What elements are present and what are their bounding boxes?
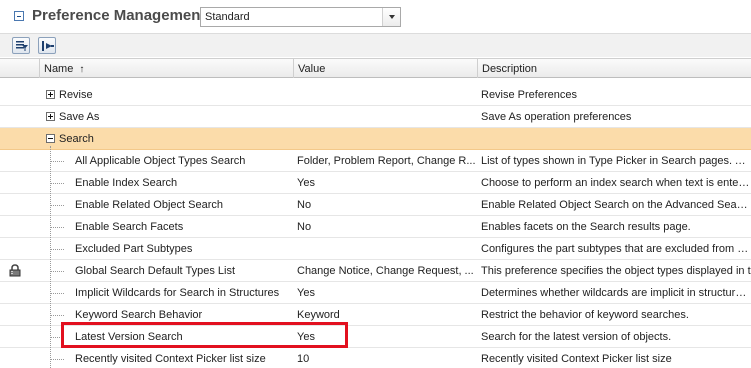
table-row[interactable]: Enable Related Object Search No Enable R… <box>0 194 751 216</box>
row-value: No <box>297 199 312 211</box>
row-name: Enable Search Facets <box>75 221 184 233</box>
filter-button[interactable] <box>12 37 30 54</box>
row-description: List of types shown in Type Picker in Se… <box>481 155 751 167</box>
expand-icon[interactable] <box>46 112 55 121</box>
column-header-value[interactable]: Value <box>293 59 477 78</box>
row-description: This preference specifies the object typ… <box>481 265 751 277</box>
table-row[interactable]: Excluded Part Subtypes Configures the pa… <box>0 238 751 260</box>
row-value: No <box>297 221 312 233</box>
row-value: 10 <box>297 353 310 365</box>
table-row[interactable]: Recently visited Context Picker list siz… <box>0 348 751 368</box>
row-value <box>297 84 477 105</box>
tree-connector <box>50 183 64 184</box>
row-value: Yes <box>297 177 315 189</box>
tree-connector <box>50 359 64 360</box>
row-value: Yes <box>297 287 315 299</box>
row-description: Determines whether wildcards are implici… <box>481 287 751 299</box>
tree-connector <box>50 315 64 316</box>
tree-connector <box>50 205 64 206</box>
table-row[interactable]: Implicit Wildcards for Search in Structu… <box>0 282 751 304</box>
row-description: Save As operation preferences <box>481 111 632 123</box>
table-row[interactable]: Enable Index Search Yes Choose to perfor… <box>0 172 751 194</box>
header: Preference Management Standard <box>0 0 751 32</box>
sort-ascending-icon[interactable]: ↑ <box>79 64 84 75</box>
row-name-cell: Revise <box>40 84 292 105</box>
tree-connector <box>50 293 64 294</box>
row-description: Search for the latest version of objects… <box>481 331 672 343</box>
tree-connector <box>50 146 51 368</box>
row-description: Revise Preferences <box>481 89 577 101</box>
row-name: Recently visited Context Picker list siz… <box>75 353 266 365</box>
expand-icon <box>42 41 54 51</box>
filter-icon <box>16 41 28 51</box>
row-description: Enable Related Object Search on the Adva… <box>481 199 751 211</box>
view-dropdown[interactable]: Standard <box>200 7 401 27</box>
row-description: Configures the part subtypes that are ex… <box>481 243 751 255</box>
row-description <box>481 128 751 149</box>
row-description: Enables facets on the Search results pag… <box>481 221 691 233</box>
row-name-cell: Save As <box>40 106 292 127</box>
row-name: Implicit Wildcards for Search in Structu… <box>75 287 280 299</box>
tree-connector <box>50 249 64 250</box>
collapse-panel-icon[interactable] <box>14 11 24 21</box>
tree-connector <box>50 161 64 162</box>
tree-connector <box>50 227 64 228</box>
expand-icon[interactable] <box>46 90 55 99</box>
column-header-name[interactable]: Name ↑ <box>39 59 293 78</box>
column-header-icon <box>0 59 39 78</box>
row-description: Choose to perform an index search when t… <box>481 177 751 189</box>
row-value <box>297 106 477 127</box>
row-name-cell: Search <box>40 128 292 149</box>
toolbar <box>0 33 751 57</box>
view-dropdown-value: Standard <box>205 11 250 23</box>
column-header-row: Name ↑ Value Description <box>0 58 751 78</box>
row-name: Excluded Part Subtypes <box>75 243 193 255</box>
page-title: Preference Management <box>32 7 206 24</box>
chevron-down-icon[interactable] <box>382 8 400 26</box>
table-row-selected[interactable]: Search <box>0 128 751 150</box>
table-row[interactable]: All Applicable Object Types Search Folde… <box>0 150 751 172</box>
row-description: Restrict the behavior of keyword searche… <box>481 309 689 321</box>
tree-connector <box>50 271 64 272</box>
row-name: Enable Related Object Search <box>75 199 223 211</box>
row-description: Recently visited Context Picker list siz… <box>481 353 672 365</box>
row-value: Change Notice, Change Request, ... <box>297 265 474 277</box>
collapse-icon[interactable] <box>46 134 55 143</box>
table-row[interactable]: Global Search Default Types List Change … <box>0 260 751 282</box>
row-name: Revise <box>59 89 93 101</box>
row-name: Enable Index Search <box>75 177 178 189</box>
row-name: Save As <box>59 111 100 123</box>
expand-all-button[interactable] <box>38 37 56 54</box>
column-header-description[interactable]: Description <box>477 59 751 78</box>
row-name: Search <box>59 133 94 145</box>
table-row[interactable]: Revise Revise Preferences <box>0 84 751 106</box>
column-header-name-label: Name <box>44 63 74 75</box>
lock-icon <box>9 264 21 277</box>
highlight-annotation-box <box>61 322 348 348</box>
row-value: Folder, Problem Report, Change R... <box>297 155 476 167</box>
row-value <box>297 128 477 149</box>
table-row[interactable]: Enable Search Facets No Enables facets o… <box>0 216 751 238</box>
table-row[interactable]: Save As Save As operation preferences <box>0 106 751 128</box>
row-name: All Applicable Object Types Search <box>75 155 246 167</box>
row-name: Global Search Default Types List <box>75 265 235 277</box>
row-value <box>297 238 477 259</box>
